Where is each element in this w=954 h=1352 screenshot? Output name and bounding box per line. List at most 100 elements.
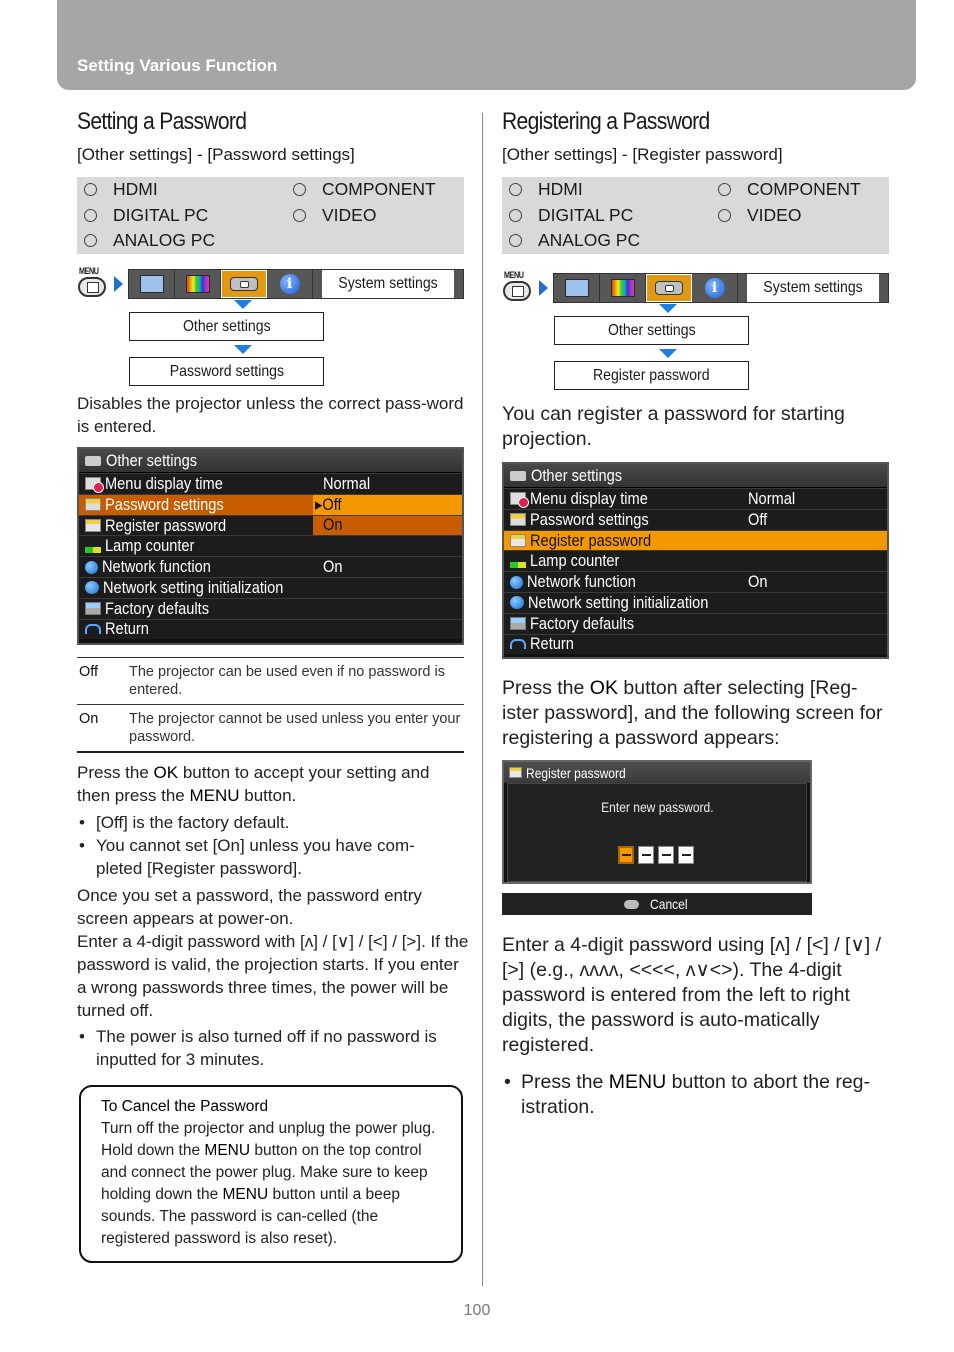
network-reset-icon [510, 596, 524, 610]
tab-color [600, 274, 646, 302]
radio-icon [84, 209, 97, 222]
option-row: On The projector cannot be used unless yo… [77, 704, 464, 751]
password-digit [678, 846, 694, 864]
return-icon [85, 624, 101, 635]
menu-path: [Other settings] - [Register password] [502, 145, 783, 164]
section-title: Registering a Password [502, 108, 710, 135]
arrow-right-icon [539, 280, 548, 296]
paragraph: Enter a 4-digit password with [ʌ] / [∨] … [77, 932, 469, 1020]
osd-menu-screen: Other settings Menu display time Normal P… [502, 462, 889, 659]
osd-menu-screen: Other settings Menu display time Normal P… [77, 447, 464, 645]
options-table: Off The projector can be used even if no … [77, 657, 464, 753]
bullet-item: [Off] is the factory default. [77, 811, 457, 834]
dialog-header: Register password [504, 762, 810, 783]
menu-tabs: i System settings [128, 269, 464, 299]
description: Disables the projector unless the correc… [77, 394, 464, 436]
input-sources-box: HDMI COMPONENT DIGITAL PC VIDEO ANALOG P… [502, 177, 889, 254]
button-icon [623, 899, 639, 909]
settings-icon [510, 470, 526, 481]
osd-row: Register password On [79, 514, 462, 536]
password-digit [658, 846, 674, 864]
press-ok-text: Press the OK button to accept your setti… [77, 763, 430, 805]
tab-info: i [692, 274, 738, 302]
lamp-icon [85, 546, 101, 553]
osd-row: Password settings Off [504, 508, 887, 530]
color-icon [610, 279, 635, 297]
osd-row: Return [504, 633, 887, 655]
menu-step: Other settings [129, 312, 324, 341]
input-source-item: VIDEO [286, 205, 376, 226]
osd-row: Lamp counter [79, 535, 462, 557]
description: You can register a password for starting… [502, 403, 845, 450]
register-password-screen: Register password Enter new password. Ca… [502, 760, 812, 915]
tab-image-adjust [554, 274, 600, 302]
option-row: Off The projector can be used even if no … [77, 657, 464, 704]
input-source-item: DIGITAL PC [77, 205, 208, 226]
osd-row: Menu display time Normal [504, 488, 887, 509]
osd-row: Factory defaults [504, 612, 887, 634]
input-source-item: VIDEO [711, 205, 801, 226]
osd-header: Other settings [79, 449, 462, 473]
bullet-item: You cannot set [On] unless you have com-… [77, 834, 447, 880]
arrow-right-icon [114, 276, 123, 292]
network-reset-icon [85, 581, 99, 595]
tab-system-settings [646, 274, 692, 302]
menu-navigation: MENU i System settings [502, 270, 889, 303]
image-adjust-icon [564, 279, 589, 297]
menu-step: Password settings [129, 357, 324, 386]
tab-label: System settings [322, 270, 454, 298]
osd-row: Factory defaults [79, 597, 462, 619]
chapter-header: Setting Various Function [57, 0, 916, 90]
globe-icon [85, 560, 98, 574]
arrow-down-icon [659, 304, 677, 313]
menu-tabs: i System settings [553, 273, 889, 303]
projector-icon [230, 277, 258, 291]
osd-row: Network function On [79, 556, 462, 577]
radio-icon [509, 234, 522, 247]
page-number: 100 [463, 1302, 491, 1319]
radio-icon [509, 183, 522, 196]
lamp-icon [510, 561, 526, 568]
input-source-item: DIGITAL PC [502, 205, 633, 226]
factory-icon [510, 617, 526, 631]
tab-system-settings [221, 270, 267, 298]
cancel-password-note: To Cancel the Password Turn off the proj… [79, 1085, 463, 1263]
osd-row-selected: Register password [504, 529, 887, 551]
keypad-icon [510, 533, 526, 547]
input-source-item: COMPONENT [711, 179, 861, 200]
osd-row: Network setting initialization [79, 576, 462, 598]
return-icon [510, 639, 526, 650]
keypad-icon [509, 767, 522, 778]
osd-row: Network setting initialization [504, 591, 887, 613]
input-source-item: ANALOG PC [77, 230, 215, 251]
bullet-item: Press the MENU button to abort the reg-i… [502, 1070, 892, 1120]
menu-step: Other settings [554, 316, 749, 345]
radio-icon [509, 209, 522, 222]
menu-step: Register password [554, 361, 749, 390]
osd-header: Other settings [504, 464, 887, 488]
arrow-down-icon [234, 300, 252, 309]
radio-icon [718, 209, 731, 222]
input-source-item: ANALOG PC [502, 230, 640, 251]
info-icon: i [279, 274, 300, 294]
osd-row: Network function On [504, 571, 887, 592]
radio-icon [293, 209, 306, 222]
dialog-message: Enter new password. [600, 799, 714, 815]
settings-icon [85, 455, 101, 466]
osd-row: Lamp counter [504, 550, 887, 572]
tab-info: i [267, 270, 313, 298]
section-title: Setting a Password [77, 108, 247, 135]
radio-icon [84, 183, 97, 196]
timer-icon [510, 492, 529, 509]
arrow-down-icon [659, 349, 677, 358]
arrow-down-icon [234, 345, 252, 354]
input-source-item: HDMI [502, 179, 583, 200]
bullet-item: The power is also turned off if no passw… [77, 1025, 464, 1071]
timer-icon [85, 477, 104, 494]
tab-image-adjust [129, 270, 175, 298]
projector-icon [655, 281, 683, 295]
tab-color [175, 270, 221, 298]
image-adjust-icon [139, 275, 164, 293]
input-source-item: HDMI [77, 179, 158, 200]
osd-row: Return [79, 618, 462, 640]
